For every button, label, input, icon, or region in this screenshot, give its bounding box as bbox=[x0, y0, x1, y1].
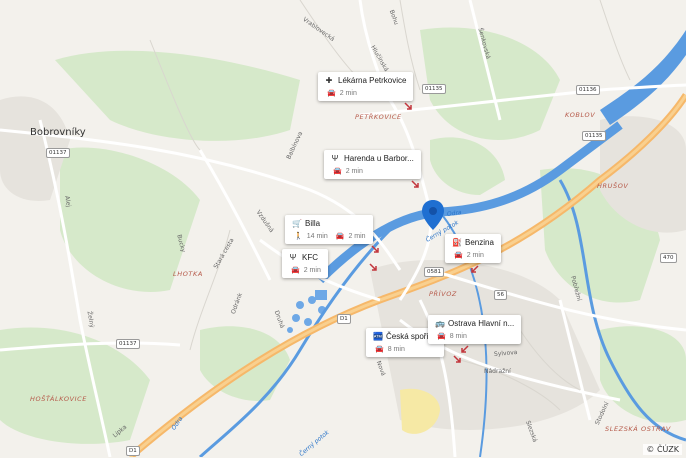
poi-time: 2 min bbox=[348, 232, 366, 240]
road-shield-01135-b: 01135 bbox=[582, 131, 606, 141]
poi-walk-time: 14 min bbox=[306, 232, 328, 240]
restaurant-icon: Ψ bbox=[289, 253, 297, 262]
place-label-koblov: KOBLOV bbox=[565, 111, 596, 119]
arrow-icon bbox=[411, 180, 419, 188]
road-shield-d1: D1 bbox=[337, 314, 351, 324]
place-label-hrusov: HRUŠOV bbox=[597, 182, 629, 190]
poi-time: 8 min bbox=[387, 345, 405, 353]
restaurant-icon: Ψ bbox=[331, 154, 339, 163]
poi-name: Harenda u Barbor... bbox=[344, 154, 414, 163]
arrow-icon bbox=[371, 245, 379, 253]
poi-card-ostrava-hlavni[interactable]: 🚌 Ostrava Hlavní n... 🚘 8 min bbox=[428, 315, 522, 344]
place-label-petrkovice: PETŘKOVICE bbox=[355, 113, 402, 121]
street-label-nadrazni: Nádražní bbox=[484, 368, 511, 375]
car-icon: 🚘 bbox=[335, 233, 345, 240]
arrow-icon bbox=[404, 102, 412, 110]
poi-name: Billa bbox=[305, 219, 321, 228]
poi-time: 2 min bbox=[466, 251, 484, 259]
poi-name: KFC bbox=[302, 253, 318, 262]
poi-name: Lékárna Petrkovice bbox=[338, 76, 407, 85]
car-icon: 🚘 bbox=[375, 346, 384, 353]
arrow-icon bbox=[453, 355, 461, 363]
poi-card-lekarna[interactable]: ✚ Lékárna Petrkovice 🚘 2 min bbox=[318, 72, 414, 101]
poi-name: Ostrava Hlavní n... bbox=[448, 319, 515, 328]
location-pin-icon[interactable] bbox=[421, 199, 445, 231]
road-shield-470: 470 bbox=[660, 253, 677, 263]
road-shield-56: 56 bbox=[494, 290, 507, 300]
arrow-icon bbox=[471, 265, 479, 273]
place-label-hostalkovice: HOŠŤÁLKOVICE bbox=[30, 395, 87, 403]
poi-card-benzina[interactable]: ⛽ Benzina 🚘 2 min bbox=[445, 234, 501, 263]
car-icon: 🚘 bbox=[454, 252, 463, 259]
road-shield-01135: 01135 bbox=[422, 84, 446, 94]
bus-icon: 🚌 bbox=[435, 319, 445, 328]
poi-time: 8 min bbox=[449, 332, 467, 340]
poi-card-harenda[interactable]: Ψ Harenda u Barbor... 🚘 2 min bbox=[324, 150, 421, 179]
poi-time: 2 min bbox=[339, 89, 357, 97]
road-shield-01137: 01137 bbox=[46, 148, 70, 158]
place-label-slezska: SLEZSKÁ OSTRAV bbox=[605, 425, 671, 433]
place-label-lhotka: LHOTKA bbox=[173, 270, 203, 278]
atm-icon: 🏧 bbox=[373, 332, 383, 341]
pharmacy-icon: ✚ bbox=[325, 76, 333, 85]
car-icon: 🚘 bbox=[437, 333, 446, 340]
poi-time: 2 min bbox=[303, 266, 321, 274]
arrow-icon bbox=[369, 263, 377, 271]
poi-time: 2 min bbox=[345, 167, 363, 175]
road-shield-d1-b: D1 bbox=[126, 446, 140, 456]
road-shield-01137-b: 01137 bbox=[116, 339, 140, 349]
car-icon: 🚘 bbox=[291, 267, 300, 274]
car-icon: 🚘 bbox=[327, 90, 336, 97]
poi-name: Benzina bbox=[465, 238, 494, 247]
arrow-icon bbox=[461, 345, 469, 353]
walk-icon: 🚶 bbox=[294, 233, 303, 240]
cart-icon: 🛒 bbox=[292, 219, 302, 228]
poi-card-billa[interactable]: 🛒 Billa 🚶 14 min 🚘 2 min bbox=[285, 215, 373, 244]
place-label-privoz: PŘÍVOZ bbox=[429, 290, 457, 298]
place-label-bobrovniky: Bobrovníky bbox=[30, 127, 86, 138]
poi-card-kfc[interactable]: Ψ KFC 🚘 2 min bbox=[282, 249, 328, 278]
car-icon: 🚘 bbox=[333, 168, 342, 175]
road-shield-0581: 0581 bbox=[424, 267, 444, 277]
gas-station-icon: ⛽ bbox=[452, 238, 462, 247]
road-shield-01136: 01136 bbox=[576, 85, 600, 95]
copyright-label: © ČÚZK bbox=[643, 444, 682, 455]
